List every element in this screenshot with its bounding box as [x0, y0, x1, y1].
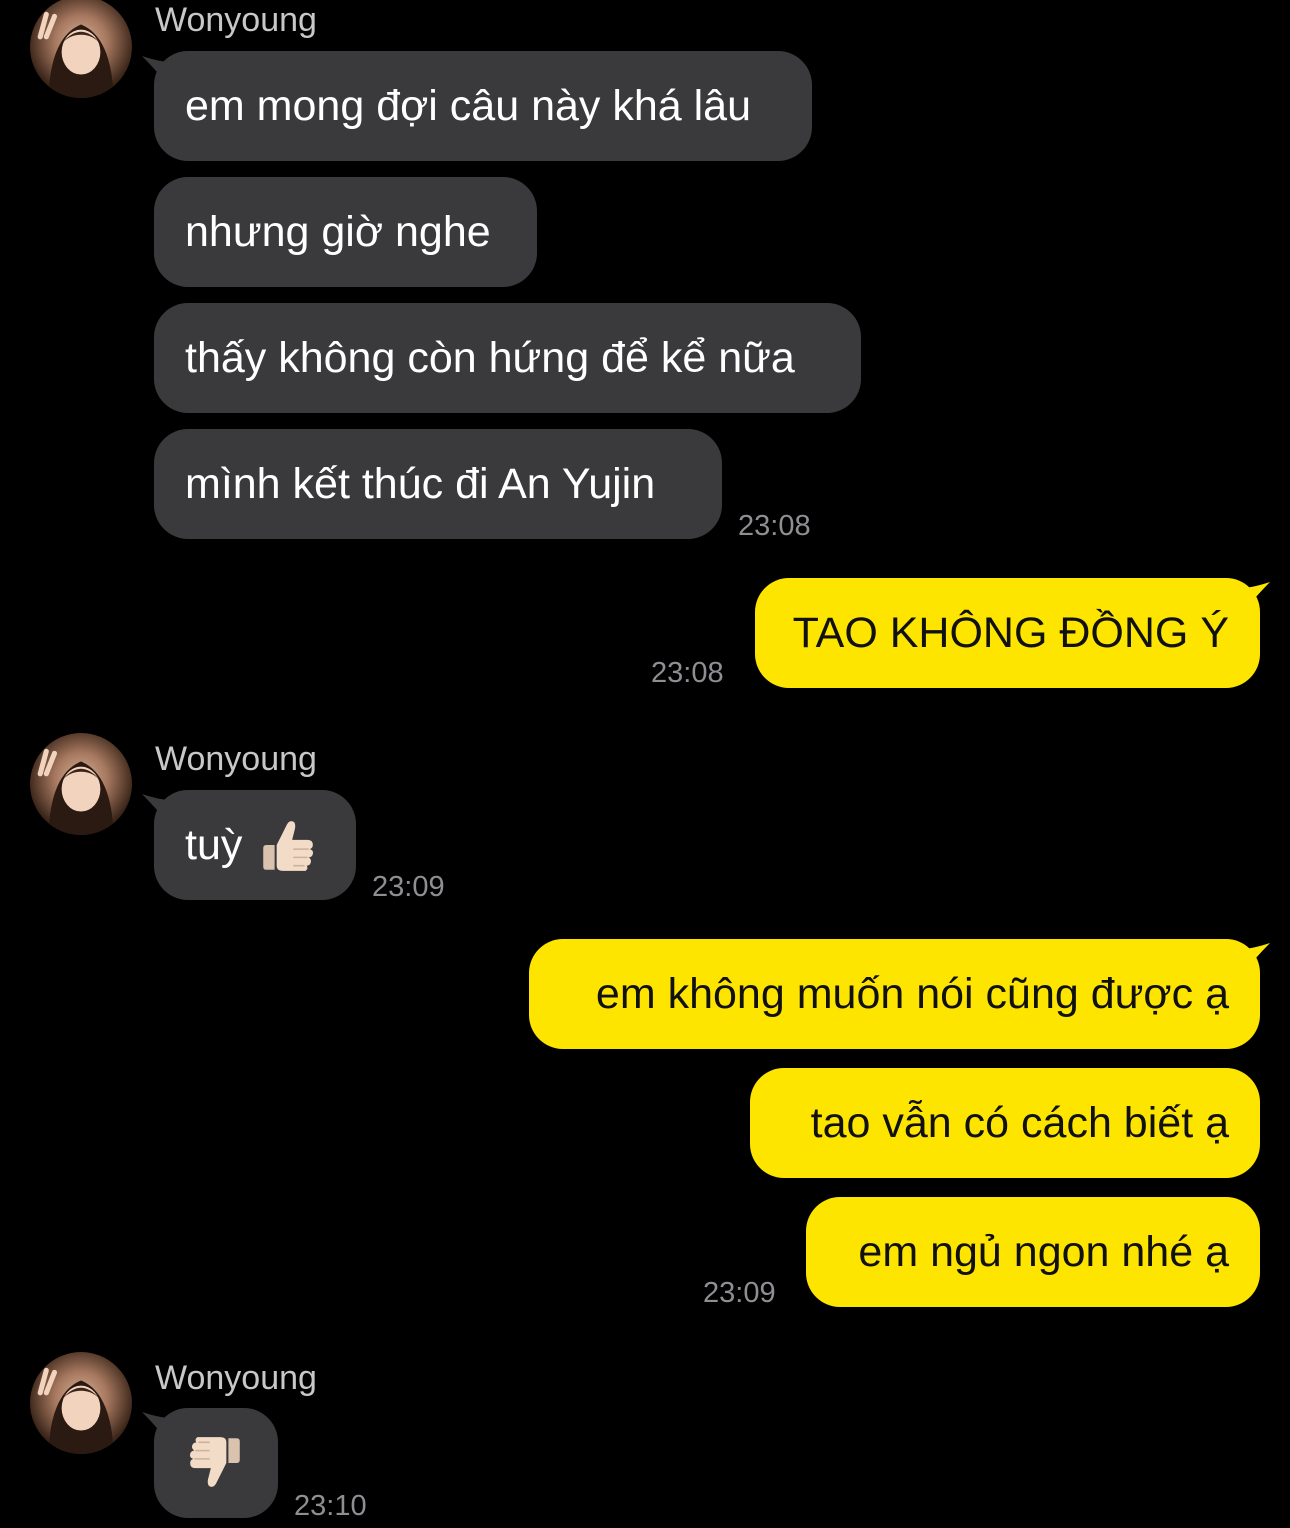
avatar[interactable]	[30, 733, 132, 835]
message-bubble[interactable]: em mong đợi câu này khá lâu	[154, 51, 812, 161]
message-bubble[interactable]: em không muốn nói cũng được ạ	[529, 939, 1260, 1049]
message-timestamp: 23:08	[651, 657, 724, 689]
message-timestamp: 23:09	[372, 871, 445, 903]
message-bubble[interactable]: TAO KHÔNG ĐỒNG Ý	[755, 578, 1260, 688]
message-text: tuỳ	[185, 820, 243, 869]
message-bubble[interactable]: nhưng giờ nghe	[154, 177, 537, 287]
message-timestamp: 23:10	[294, 1490, 367, 1522]
avatar[interactable]	[30, 0, 132, 98]
sender-name: Wonyoung	[155, 740, 317, 778]
sender-name: Wonyoung	[155, 1, 317, 39]
message-bubble[interactable]: em ngủ ngon nhé ạ	[806, 1197, 1260, 1307]
message-bubble[interactable]	[154, 1408, 278, 1518]
message-bubble[interactable]: tao vẫn có cách biết ạ	[750, 1068, 1260, 1178]
message-bubble[interactable]: mình kết thúc đi An Yujin	[154, 429, 722, 539]
message-bubble[interactable]: tuỳ	[154, 790, 356, 900]
thumbs-down-icon	[185, 1432, 247, 1494]
avatar[interactable]	[30, 1352, 132, 1454]
message-timestamp: 23:09	[703, 1277, 776, 1309]
message-timestamp: 23:08	[738, 510, 811, 542]
message-bubble[interactable]: thấy không còn hứng để kể nữa	[154, 303, 861, 413]
thumbs-up-icon	[256, 814, 318, 876]
sender-name: Wonyoung	[155, 1359, 317, 1397]
